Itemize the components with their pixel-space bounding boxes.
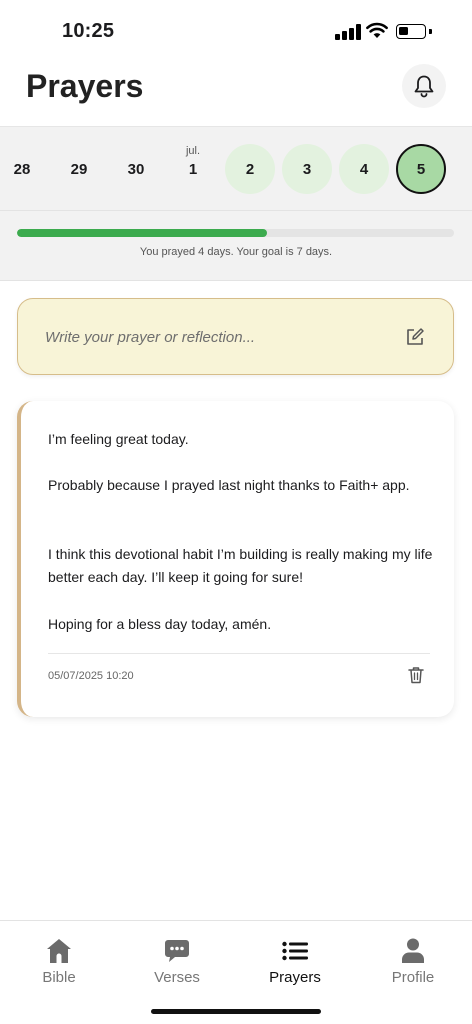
battery-icon [396, 24, 426, 39]
tab-bible[interactable]: Bible [0, 937, 118, 986]
progress-section: You prayed 4 days. Your goal is 7 days. [0, 210, 472, 281]
status-bar: 10:25 [0, 0, 472, 62]
person-icon [402, 938, 424, 963]
prayer-entry-card[interactable]: I’m feeling great today. Probably becaus… [17, 401, 454, 717]
trash-icon[interactable] [408, 666, 424, 684]
entry-paragraph: I’m feeling great today. [48, 431, 189, 447]
calendar-day[interactable]: 4 [339, 144, 389, 194]
calendar-strip: 28 29 30 jul. 1 2 3 4 5 [0, 126, 472, 210]
wifi-icon [366, 22, 388, 38]
day-number: 1 [188, 160, 198, 178]
calendar-day[interactable]: 28 [0, 144, 47, 194]
entry-paragraph: Hoping for a bless day today, amén. [48, 616, 272, 632]
day-month: jul. [185, 145, 201, 157]
home-indicator [151, 1009, 321, 1014]
prayer-input[interactable]: Write your prayer or reflection... [17, 298, 454, 375]
tab-label: Profile [391, 969, 435, 986]
tab-profile[interactable]: Profile [354, 937, 472, 986]
battery-cap [429, 29, 432, 34]
progress-bar-fill [17, 229, 267, 237]
calendar-day[interactable]: 29 [54, 144, 104, 194]
notifications-button[interactable] [402, 64, 446, 108]
tab-label: Verses [154, 969, 200, 986]
cellular-signal-icon [335, 24, 361, 40]
tab-label: Prayers [269, 969, 321, 986]
tab-prayers[interactable]: Prayers [236, 937, 354, 986]
calendar-day[interactable]: 2 [225, 144, 275, 194]
day-number: 4 [359, 160, 369, 178]
entry-paragraph: Probably because I prayed last night tha… [48, 477, 410, 493]
status-time: 10:25 [62, 20, 115, 42]
chat-bubble-icon [165, 940, 189, 962]
edit-icon[interactable] [405, 327, 425, 347]
calendar-day[interactable]: 3 [282, 144, 332, 194]
card-divider [48, 653, 430, 654]
tab-label: Bible [42, 969, 76, 986]
day-number: 29 [70, 160, 88, 178]
calendar-day[interactable]: 30 [111, 144, 161, 194]
day-number: 2 [245, 160, 255, 178]
prayer-input-placeholder: Write your prayer or reflection... [45, 329, 256, 346]
entry-paragraph: I think this devotional habit I’m buildi… [48, 546, 433, 585]
calendar-day-today[interactable]: 5 [396, 144, 446, 194]
entry-date: 05/07/2025 10:20 [48, 670, 134, 682]
progress-text: You prayed 4 days. Your goal is 7 days. [139, 246, 333, 258]
calendar-day[interactable]: jul. 1 [168, 141, 218, 191]
progress-bar [17, 229, 454, 237]
day-number: 3 [302, 160, 312, 178]
list-icon [282, 941, 308, 961]
church-icon [47, 939, 71, 963]
tab-verses[interactable]: Verses [118, 937, 236, 986]
bell-icon [414, 75, 434, 98]
day-number: 28 [13, 160, 31, 178]
day-number: 5 [416, 160, 426, 178]
day-number: 30 [127, 160, 145, 178]
page-title: Prayers [26, 68, 144, 104]
